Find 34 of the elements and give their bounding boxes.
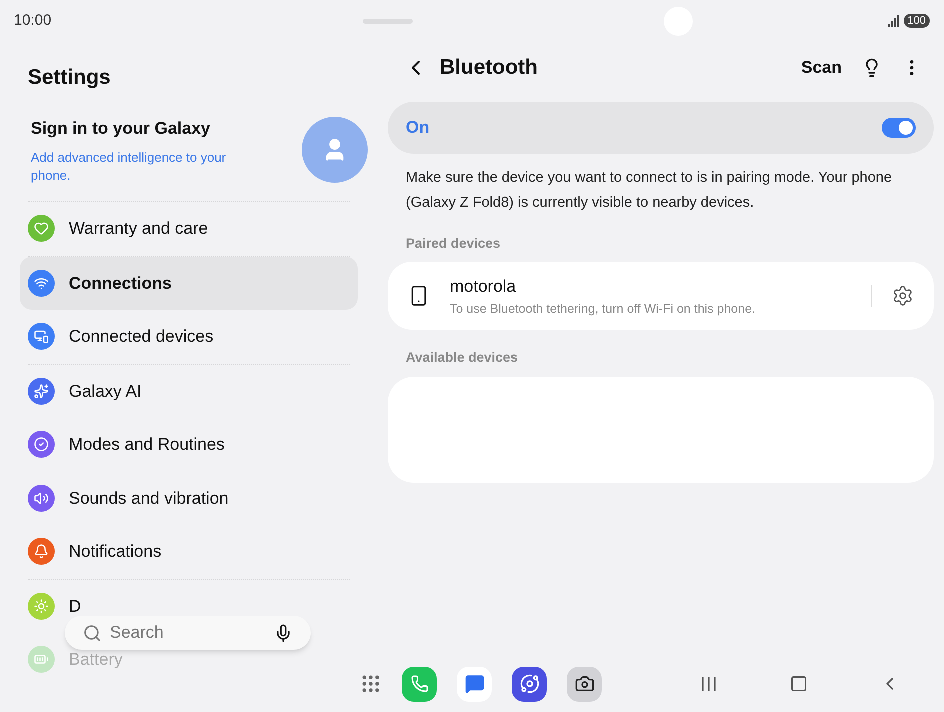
sidebar-item[interactable]: Notifications	[69, 543, 162, 560]
settings-icon[interactable]	[892, 285, 914, 308]
microphone-icon	[274, 624, 293, 642]
sidebar-item[interactable]: Galaxy AI	[69, 382, 142, 400]
device-name: motorola	[450, 276, 518, 298]
sidebar-item[interactable]: Connected devices	[69, 328, 214, 346]
toggle-switch[interactable]	[882, 118, 916, 138]
apps-grid-icon[interactable]	[360, 673, 382, 695]
section-heading: Paired devices	[405, 235, 502, 253]
search-icon	[83, 624, 102, 642]
device-card[interactable]: motorola To use Bluetooth tethering, turn off Wi-Fi on this phone.	[388, 262, 934, 330]
settings-title: Settings	[27, 65, 112, 91]
pairing-description: Make sure the device you want to connect to is in pairing mode. Your phone (Galaxy Z Fold8) is currently visible to nearby devices.	[405, 169, 894, 213]
camera-app-icon[interactable]	[567, 666, 602, 702]
sidebar-item[interactable]: Modes and Routines	[69, 436, 225, 454]
browser-app-icon[interactable]	[512, 666, 547, 702]
sidebar-item[interactable]: D	[69, 598, 82, 615]
sidebar-item[interactable]: Connections	[20, 256, 358, 310]
section-heading: Available devices	[405, 349, 520, 368]
sidebar-item[interactable]: Sounds and vibration	[69, 490, 229, 507]
scan-button[interactable]: Scan	[801, 55, 842, 81]
home-icon[interactable]	[790, 675, 808, 693]
recent-apps-icon[interactable]	[700, 676, 718, 692]
battery-level: 100	[904, 14, 930, 28]
status-time: 10:00	[14, 10, 52, 31]
page-title: Bluetooth	[440, 55, 539, 82]
device-note: To use Bluetooth tethering, turn off Wi-Fi on this phone.	[450, 300, 756, 318]
account-title[interactable]: Sign in to your Galaxy	[31, 116, 302, 141]
search-input[interactable]: Search	[110, 620, 266, 646]
messages-app-icon[interactable]	[457, 666, 492, 702]
account-subtitle[interactable]: Add advanced intelligence to your phone.	[31, 149, 246, 185]
signal-icon	[888, 15, 900, 27]
search-bar[interactable]: Search	[65, 616, 311, 650]
sidebar-item[interactable]: Warranty and care	[69, 220, 208, 238]
